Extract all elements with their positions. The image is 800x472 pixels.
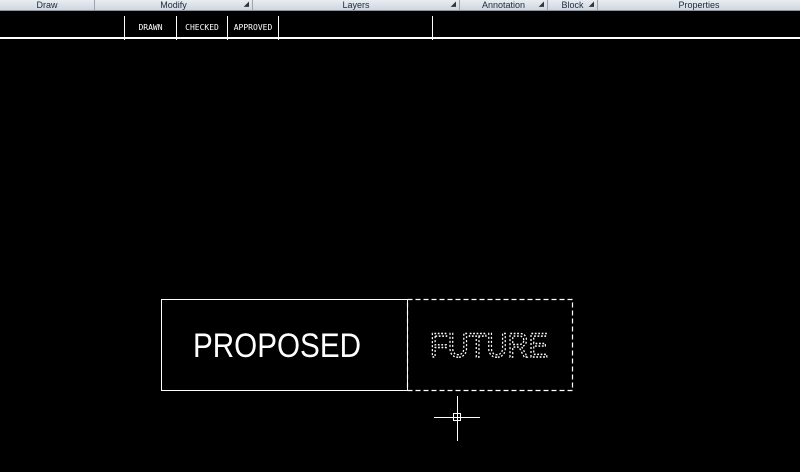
- drawing-canvas[interactable]: PROPOSED FUTURE: [0, 41, 800, 472]
- ribbon-panel-modify[interactable]: Modify ◢: [95, 0, 253, 10]
- crosshair-cursor-icon: [434, 396, 480, 441]
- model-space[interactable]: PROPOSED FUTURE: [0, 41, 800, 472]
- panel-expand-arrow-icon[interactable]: ◢: [539, 0, 544, 10]
- panel-expand-arrow-icon[interactable]: ◢: [244, 0, 249, 10]
- checked-label: CHECKED: [185, 23, 219, 32]
- title-block-approved: APPROVED: [227, 16, 279, 40]
- ribbon-panel-annotation[interactable]: Annotation ◢: [460, 0, 548, 10]
- ribbon-panel-titles: Draw Modify ◢ Layers ◢ Annotation ◢ Bloc…: [0, 0, 800, 11]
- title-block-divider: [432, 16, 433, 40]
- panel-expand-arrow-icon[interactable]: ◢: [451, 0, 456, 10]
- title-block-drawn: DRAWN: [124, 16, 176, 40]
- panel-label: Modify: [160, 0, 187, 10]
- future-text[interactable]: FUTURE: [429, 326, 548, 365]
- panel-expand-arrow-icon[interactable]: ◢: [589, 0, 594, 10]
- panel-label: Annotation: [481, 0, 526, 10]
- panel-label: Layers: [342, 0, 370, 10]
- panel-label: Properties: [678, 0, 720, 10]
- title-block-checked: CHECKED: [176, 16, 227, 40]
- ribbon-panel-block[interactable]: Block ◢: [548, 0, 598, 10]
- title-block-row: DRAWN CHECKED APPROVED: [0, 11, 800, 40]
- drawn-label: DRAWN: [138, 23, 163, 32]
- panel-label: Draw: [36, 0, 58, 10]
- proposed-text[interactable]: PROPOSED: [193, 327, 361, 365]
- approved-label: APPROVED: [233, 23, 273, 32]
- ribbon-panel-layers[interactable]: Layers ◢: [253, 0, 460, 10]
- panel-label: Block: [561, 0, 584, 10]
- ribbon-panel-properties[interactable]: Properties: [598, 0, 800, 10]
- ribbon-panel-draw[interactable]: Draw: [0, 0, 95, 10]
